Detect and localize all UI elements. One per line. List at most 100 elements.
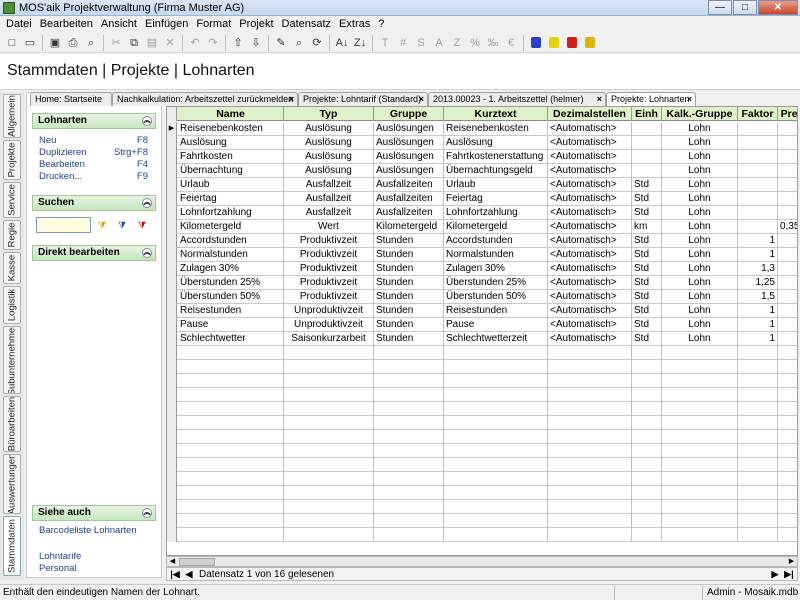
cell-name[interactable]: Urlaub [178, 178, 284, 192]
row-selector[interactable] [167, 402, 177, 416]
arrow-up-icon[interactable]: ⇧ [229, 34, 247, 52]
lock-key-icon[interactable] [585, 37, 595, 48]
cell-preis[interactable] [778, 444, 797, 458]
cell-typ[interactable]: Wert [284, 220, 374, 234]
cell-preis[interactable] [778, 248, 797, 262]
table-row[interactable] [167, 444, 797, 458]
cell-name[interactable]: Feiertag [178, 192, 284, 206]
cell-name[interactable]: Auslösung [178, 136, 284, 150]
cell-preis[interactable] [778, 332, 797, 346]
cell-kalk-gruppe[interactable] [662, 486, 738, 500]
cell-gruppe[interactable]: Stunden [374, 304, 444, 318]
cell-kurztext[interactable] [444, 402, 548, 416]
row-selector[interactable] [167, 416, 177, 430]
siehe-auch-section-header[interactable]: Siehe auch ︽ [32, 505, 156, 521]
current-row-indicator-icon[interactable]: ▶ [167, 122, 177, 136]
cell-preis[interactable] [778, 514, 797, 528]
cell-einheit[interactable]: Std [632, 206, 662, 220]
cell-einheit[interactable] [632, 346, 662, 360]
cell-preis[interactable] [778, 262, 797, 276]
cell-preis[interactable] [778, 346, 797, 360]
cell-gruppe[interactable] [374, 472, 444, 486]
cut-icon[interactable]: ✂ [107, 34, 125, 52]
action-bearbeiten[interactable]: Bearbeiten F4 [32, 159, 156, 171]
cell-gruppe[interactable]: Auslösungen [374, 164, 444, 178]
row-selector[interactable] [167, 290, 177, 304]
cell-name[interactable] [178, 416, 284, 430]
cell-preis[interactable]: 0,35 € [778, 220, 797, 234]
row-selector[interactable] [167, 528, 177, 542]
table-row[interactable]: Schlechtwetter Saisonkurzarbeit Stunden Sch… [167, 332, 797, 346]
link-lohntarife[interactable]: Lohntarife [32, 551, 156, 563]
find-icon[interactable]: ⌕ [290, 34, 308, 52]
column-header-typ[interactable]: Typ [284, 107, 374, 121]
action-neu[interactable]: Neu F8 [32, 135, 156, 147]
a-format-icon[interactable]: A [430, 34, 448, 52]
column-header-faktor[interactable]: Faktor [738, 107, 778, 121]
table-row[interactable] [167, 458, 797, 472]
cell-faktor[interactable] [738, 444, 778, 458]
cell-name[interactable] [178, 500, 284, 514]
cell-gruppe[interactable] [374, 500, 444, 514]
cell-gruppe[interactable] [374, 458, 444, 472]
cell-preis[interactable] [778, 164, 797, 178]
cell-typ[interactable]: Auslösung [284, 136, 374, 150]
cell-gruppe[interactable] [374, 360, 444, 374]
cell-typ[interactable]: Produktivzeit [284, 234, 374, 248]
cell-faktor[interactable] [738, 220, 778, 234]
cell-kalk-gruppe[interactable] [662, 360, 738, 374]
cell-gruppe[interactable] [374, 486, 444, 500]
cell-typ[interactable]: Produktivzeit [284, 248, 374, 262]
cell-gruppe[interactable] [374, 514, 444, 528]
cell-typ[interactable] [284, 388, 374, 402]
cell-kurztext[interactable]: Überstunden 50% [444, 290, 548, 304]
table-row[interactable]: Fahrtkosten Auslösung Auslösungen Fahrtkost… [167, 150, 797, 164]
row-selector[interactable] [167, 346, 177, 360]
cell-einheit[interactable] [632, 458, 662, 472]
cell-faktor[interactable] [738, 528, 778, 542]
cell-kalk-gruppe[interactable]: Lohn [662, 290, 738, 304]
table-row[interactable]: Accordstunden Produktivzeit Stunden Accords… [167, 234, 797, 248]
filter-clear-icon[interactable]: ⧩ [134, 217, 150, 233]
collapse-chevron-icon[interactable]: ︽ [142, 116, 152, 126]
cell-preis[interactable] [778, 150, 797, 164]
cell-kurztext[interactable]: Reisenebenkosten [444, 122, 548, 136]
cell-dezimalstellen[interactable]: <Automatisch> [548, 332, 632, 346]
table-row[interactable] [167, 388, 797, 402]
link-personal[interactable]: Personal [32, 563, 156, 575]
cell-name[interactable]: Überstunden 25% [178, 276, 284, 290]
cell-kalk-gruppe[interactable]: Lohn [662, 220, 738, 234]
table-row[interactable]: Normalstunden Produktivzeit Stunden Normals… [167, 248, 797, 262]
cell-dezimalstellen[interactable] [548, 360, 632, 374]
cell-gruppe[interactable]: Stunden [374, 248, 444, 262]
vtab-allgemein[interactable]: Allgemein [3, 94, 21, 138]
maximize-button[interactable]: □ [733, 0, 757, 15]
lohnarten-section-header[interactable]: Lohnarten ︽ [32, 113, 156, 129]
cell-typ[interactable] [284, 500, 374, 514]
menu-datei[interactable]: Datei [2, 18, 36, 30]
vtab-projekte[interactable]: Projekte [3, 140, 21, 180]
cell-faktor[interactable]: 1,5 [738, 290, 778, 304]
cell-dezimalstellen[interactable] [548, 402, 632, 416]
cell-einheit[interactable] [632, 360, 662, 374]
cell-einheit[interactable]: km [632, 220, 662, 234]
collapse-chevron-icon[interactable]: ︽ [142, 198, 152, 208]
cell-kalk-gruppe[interactable] [662, 500, 738, 514]
decimal-icon[interactable]: ‰ [484, 34, 502, 52]
cell-faktor[interactable] [738, 388, 778, 402]
cell-name[interactable] [178, 430, 284, 444]
cell-faktor[interactable] [738, 514, 778, 528]
cell-faktor[interactable] [738, 164, 778, 178]
cell-preis[interactable] [778, 304, 797, 318]
tab-close-icon[interactable]: × [289, 93, 294, 105]
cell-preis[interactable] [778, 360, 797, 374]
cell-preis[interactable] [778, 122, 797, 136]
table-row[interactable] [167, 346, 797, 360]
cell-faktor[interactable] [738, 136, 778, 150]
cell-gruppe[interactable] [374, 444, 444, 458]
cell-gruppe[interactable]: Stunden [374, 262, 444, 276]
suchen-section-header[interactable]: Suchen ︽ [32, 195, 156, 211]
table-row[interactable]: Feiertag Ausfallzeit Ausfallzeiten Feiertag… [167, 192, 797, 206]
vtab-service[interactable]: Service [3, 182, 21, 218]
cell-gruppe[interactable]: Auslösungen [374, 150, 444, 164]
